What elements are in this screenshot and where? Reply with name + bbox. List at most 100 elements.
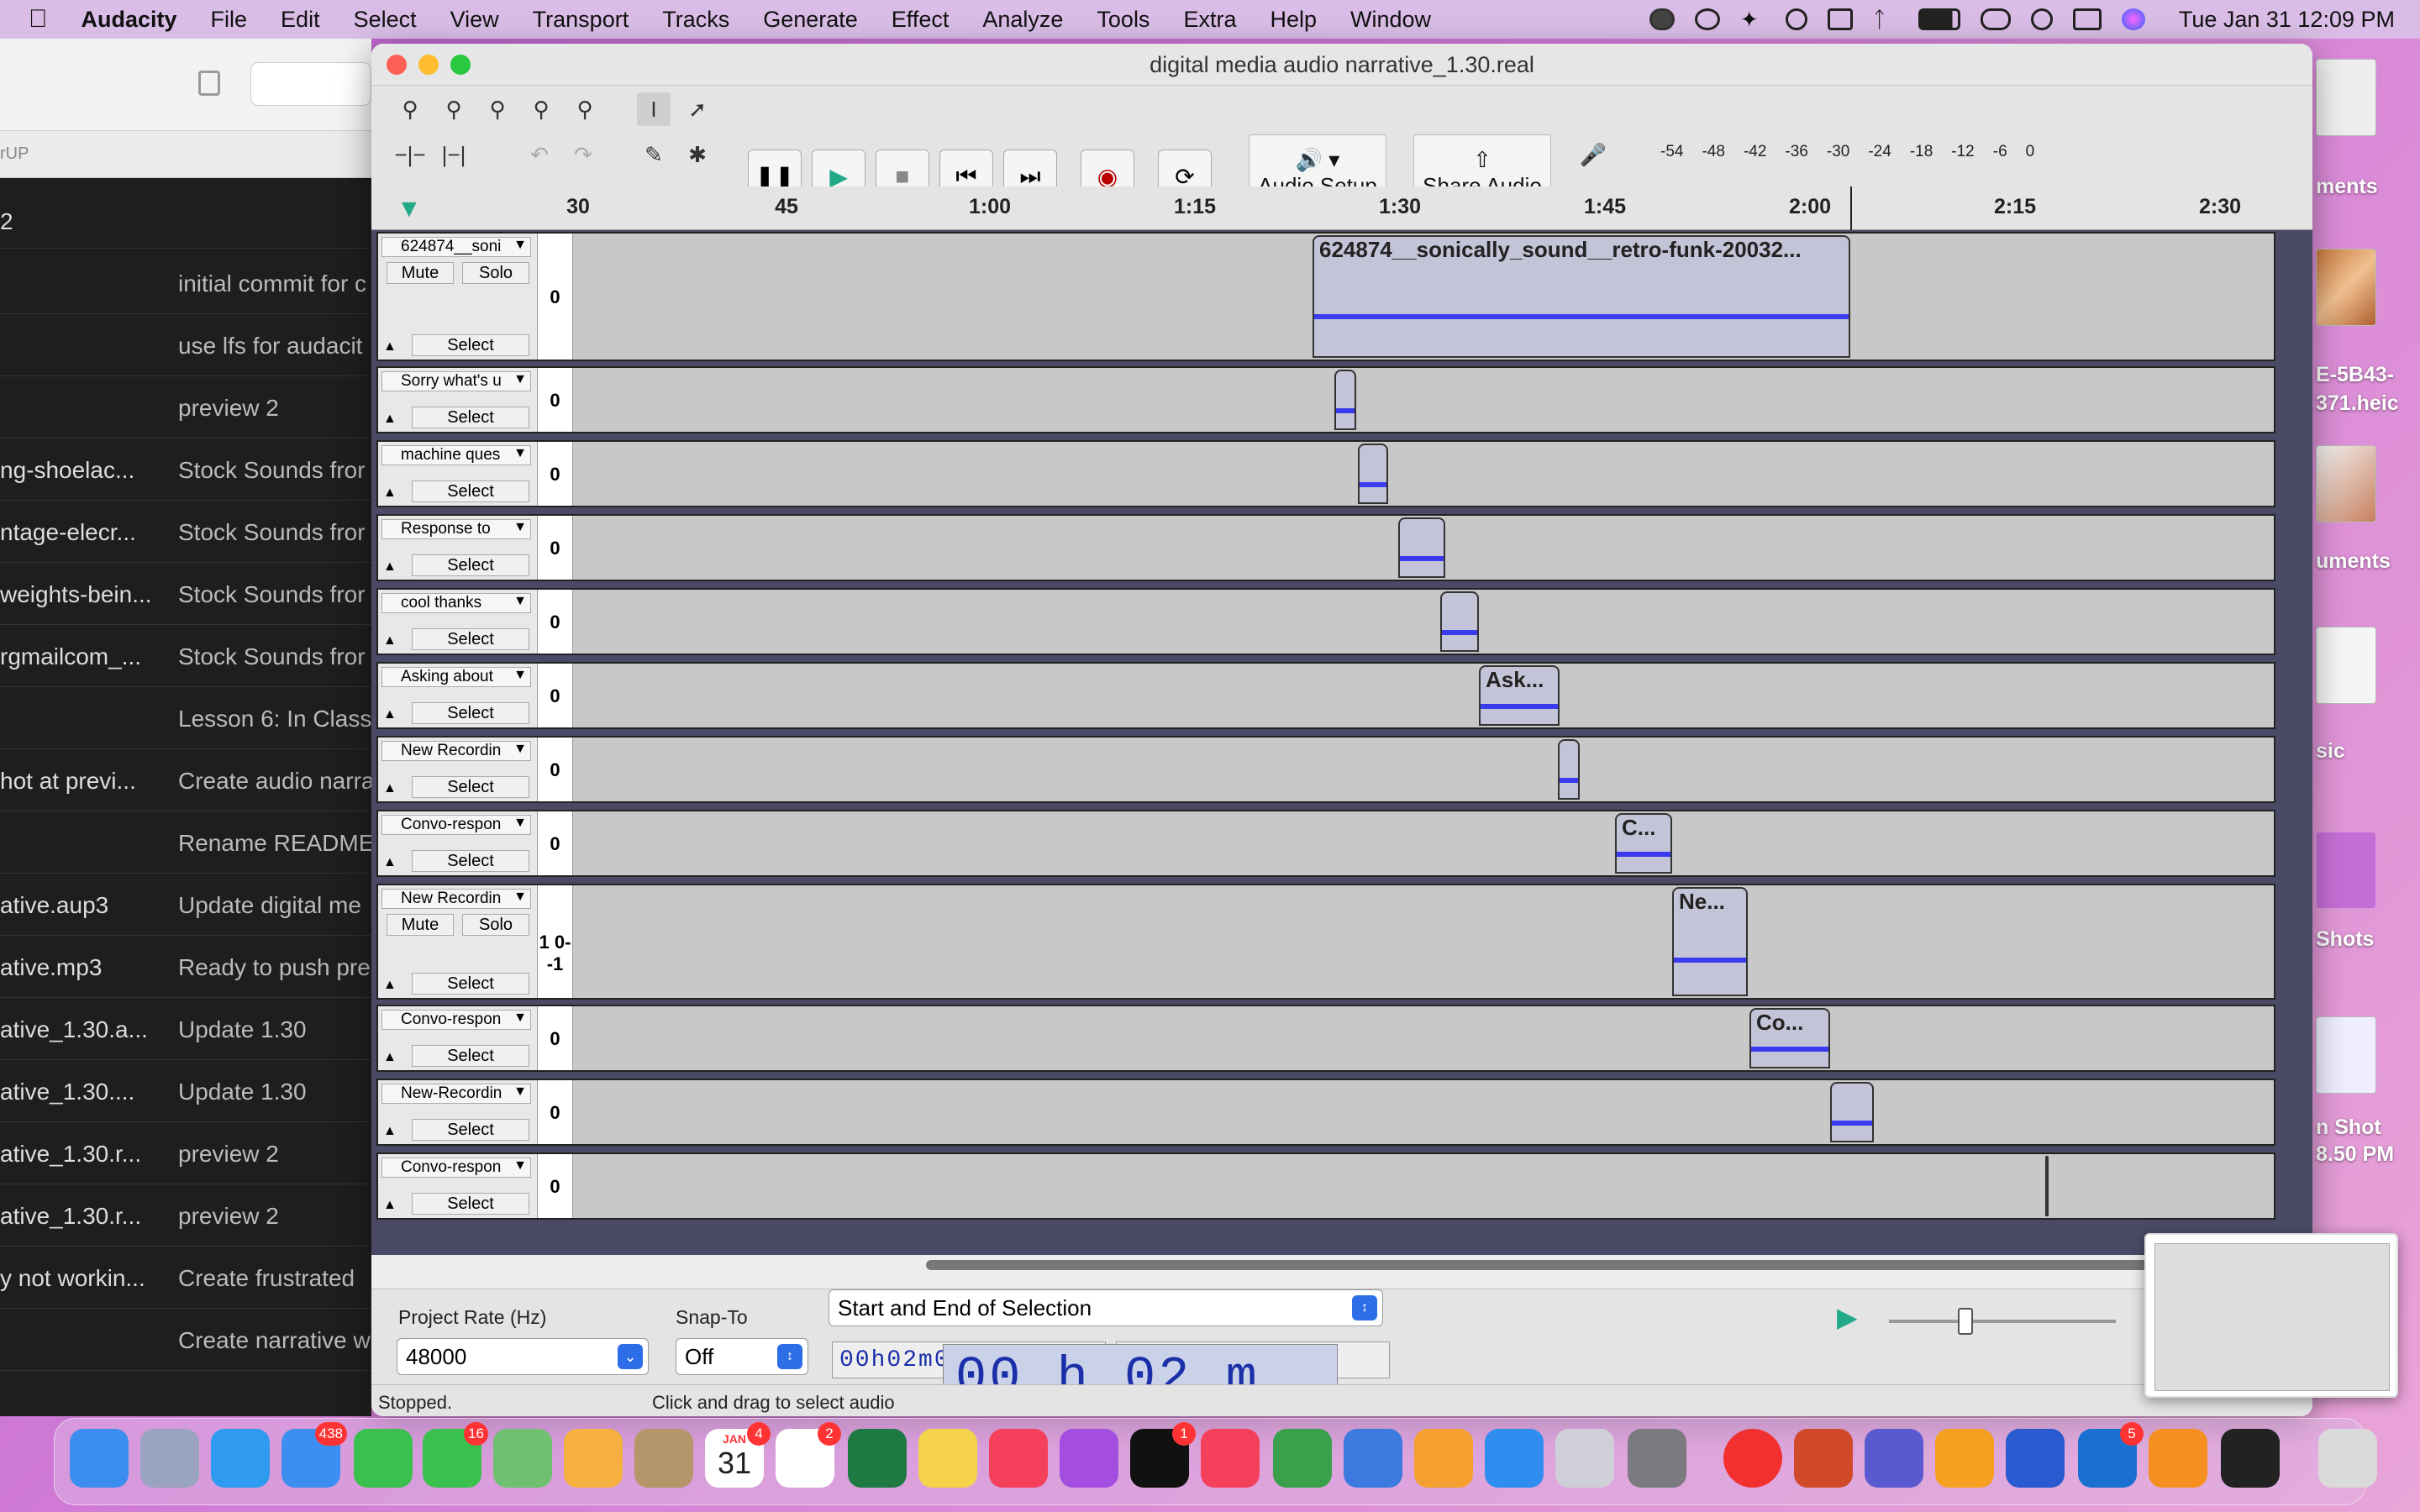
- track-lane[interactable]: [573, 368, 2274, 432]
- select-track-button[interactable]: Select: [412, 554, 529, 576]
- photos-icon[interactable]: [564, 1429, 623, 1488]
- list-item[interactable]: use lfs for audacit: [0, 314, 371, 376]
- menu-analyze[interactable]: Analyze: [982, 7, 1063, 33]
- desktop-label[interactable]: E-5B43-: [2316, 363, 2394, 387]
- select-track-button[interactable]: Select: [412, 480, 529, 502]
- list-item[interactable]: 2: [0, 190, 371, 249]
- clock[interactable]: Tue Jan 31 12:09 PM: [2179, 7, 2395, 33]
- vertical-scale[interactable]: 0: [538, 811, 573, 875]
- vertical-scale[interactable]: 0: [538, 590, 573, 654]
- podcasts-icon[interactable]: [1060, 1429, 1118, 1488]
- select-track-button[interactable]: Select: [412, 407, 529, 428]
- vertical-scale[interactable]: 0: [538, 1080, 573, 1144]
- solo-button[interactable]: Solo: [462, 262, 529, 284]
- list-item[interactable]: ative_1.30.r... preview 2: [0, 1184, 371, 1247]
- track-name-menu[interactable]: New Recordin ▼: [381, 741, 531, 761]
- menu-transport[interactable]: Transport: [533, 7, 629, 33]
- vertical-scale[interactable]: 0: [538, 516, 573, 580]
- desktop-label[interactable]: 371.heic: [2316, 391, 2399, 416]
- powerpoint-icon[interactable]: [1794, 1429, 1853, 1488]
- menu-help[interactable]: Help: [1270, 7, 1317, 33]
- system-settings-icon[interactable]: [1628, 1429, 1686, 1488]
- menu-select[interactable]: Select: [354, 7, 417, 33]
- track-lane[interactable]: [573, 590, 2274, 654]
- redo-icon[interactable]: ↷: [566, 138, 600, 171]
- mute-button[interactable]: Mute: [387, 262, 454, 284]
- track-name-menu[interactable]: Convo-respon ▼: [381, 1010, 531, 1030]
- menu-view[interactable]: View: [450, 7, 499, 33]
- vertical-scale[interactable]: 0: [538, 738, 573, 801]
- audio-clip[interactable]: [1334, 370, 1356, 430]
- project-rate-select[interactable]: 48000 ⌄: [397, 1338, 649, 1375]
- creative-cloud-icon[interactable]: [1694, 8, 1720, 30]
- record-meter[interactable]: -54 -48 -42 -36 -30 -24 -18 -12 -6 0: [1660, 143, 2034, 161]
- audio-clip[interactable]: [1398, 517, 1445, 578]
- collapse-track-icon[interactable]: ▲: [383, 339, 397, 354]
- teams-icon[interactable]: [1865, 1429, 1923, 1488]
- audio-clip[interactable]: [1440, 591, 1479, 652]
- silence-audio-icon[interactable]: |−|: [437, 138, 471, 171]
- track-lane[interactable]: Ask...: [573, 664, 2274, 727]
- keyboard-icon[interactable]: [1827, 8, 1853, 30]
- apple-tv-icon[interactable]: 1: [1130, 1422, 1196, 1488]
- calendar-icon[interactable]: JAN 31 4: [705, 1422, 771, 1488]
- collapse-track-icon[interactable]: ▲: [383, 559, 397, 575]
- track-lane[interactable]: [573, 738, 2274, 801]
- collapse-track-icon[interactable]: ▲: [383, 707, 397, 722]
- draw-tool-icon[interactable]: ✎: [637, 138, 671, 171]
- reminders-icon[interactable]: 2: [776, 1422, 841, 1488]
- select-track-button[interactable]: Select: [412, 628, 529, 650]
- select-track-button[interactable]: Select: [412, 1045, 529, 1067]
- control-center-icon[interactable]: [2072, 8, 2102, 30]
- track-name-menu[interactable]: cool thanks ▼: [381, 593, 531, 613]
- audio-track[interactable]: ×New Recordin▼▲Select0: [376, 736, 2275, 803]
- audio-clip[interactable]: [2045, 1156, 2049, 1216]
- collapse-track-icon[interactable]: ▲: [383, 486, 397, 501]
- word-icon[interactable]: [2006, 1429, 2065, 1488]
- track-name-menu[interactable]: 624874__soni ▼: [381, 237, 531, 257]
- collapse-track-icon[interactable]: ▲: [383, 633, 397, 648]
- help-icon[interactable]: [1555, 1429, 1614, 1488]
- siri-icon[interactable]: [2121, 8, 2145, 30]
- outlook-icon[interactable]: 5: [2078, 1422, 2144, 1488]
- audio-clip[interactable]: Ask...: [1479, 665, 1560, 726]
- track-name-menu[interactable]: New Recordin ▼: [381, 889, 531, 909]
- audio-track[interactable]: ×Sorry what's u▼▲Select0: [376, 366, 2275, 433]
- desktop-file-icon[interactable]: [2316, 59, 2376, 136]
- list-item[interactable]: ntage-elecr... Stock Sounds fror: [0, 501, 371, 563]
- select-track-button[interactable]: Select: [412, 850, 529, 872]
- menu-tracks[interactable]: Tracks: [662, 7, 729, 33]
- track-lane[interactable]: 624874__sonically_sound__retro-funk-2003…: [573, 234, 2274, 360]
- select-track-button[interactable]: Select: [412, 334, 529, 356]
- zoom-toggle-icon[interactable]: ⚲: [568, 92, 602, 126]
- apple-icon[interactable]: : [29, 5, 48, 34]
- list-item[interactable]: ative.mp3 Ready to push pre: [0, 936, 371, 998]
- track-lane[interactable]: Ne...: [573, 885, 2274, 998]
- audio-clip[interactable]: Ne...: [1672, 887, 1748, 996]
- zoom-in-icon[interactable]: ⚲: [393, 92, 427, 126]
- list-item[interactable]: Rename README: [0, 811, 371, 874]
- list-item[interactable]: Create narrative w: [0, 1309, 371, 1371]
- search-icon[interactable]: [2030, 8, 2053, 30]
- messages-icon[interactable]: 16: [423, 1422, 488, 1488]
- list-item[interactable]: weights-bein... Stock Sounds fror: [0, 563, 371, 625]
- desktop-folder-icon[interactable]: [2316, 832, 2376, 909]
- track-name-menu[interactable]: Response to ▼: [381, 519, 531, 539]
- select-track-button[interactable]: Select: [412, 1119, 529, 1141]
- sidebar-icon[interactable]: [198, 71, 220, 96]
- desktop-label[interactable]: sic: [2316, 739, 2345, 764]
- audio-clip[interactable]: [1830, 1082, 1874, 1142]
- bluetooth-icon[interactable]: ᛏ: [1873, 8, 1898, 30]
- contacts-icon[interactable]: [634, 1429, 693, 1488]
- audio-clip[interactable]: Co...: [1749, 1008, 1830, 1068]
- audio-track[interactable]: ×cool thanks▼▲Select0: [376, 588, 2275, 655]
- track-lane[interactable]: [573, 516, 2274, 580]
- selection-tool-icon[interactable]: I: [637, 92, 671, 126]
- list-item[interactable]: rgmailcom_... Stock Sounds fror: [0, 625, 371, 687]
- audio-track[interactable]: ×Asking about▼▲Select0Ask...: [376, 662, 2275, 729]
- mute-button[interactable]: Mute: [387, 914, 454, 936]
- audio-clip[interactable]: [1558, 739, 1580, 800]
- desktop-label[interactable]: ments: [2316, 175, 2378, 199]
- vertical-scale[interactable]: 0: [538, 442, 573, 506]
- audio-clip[interactable]: C...: [1615, 813, 1672, 874]
